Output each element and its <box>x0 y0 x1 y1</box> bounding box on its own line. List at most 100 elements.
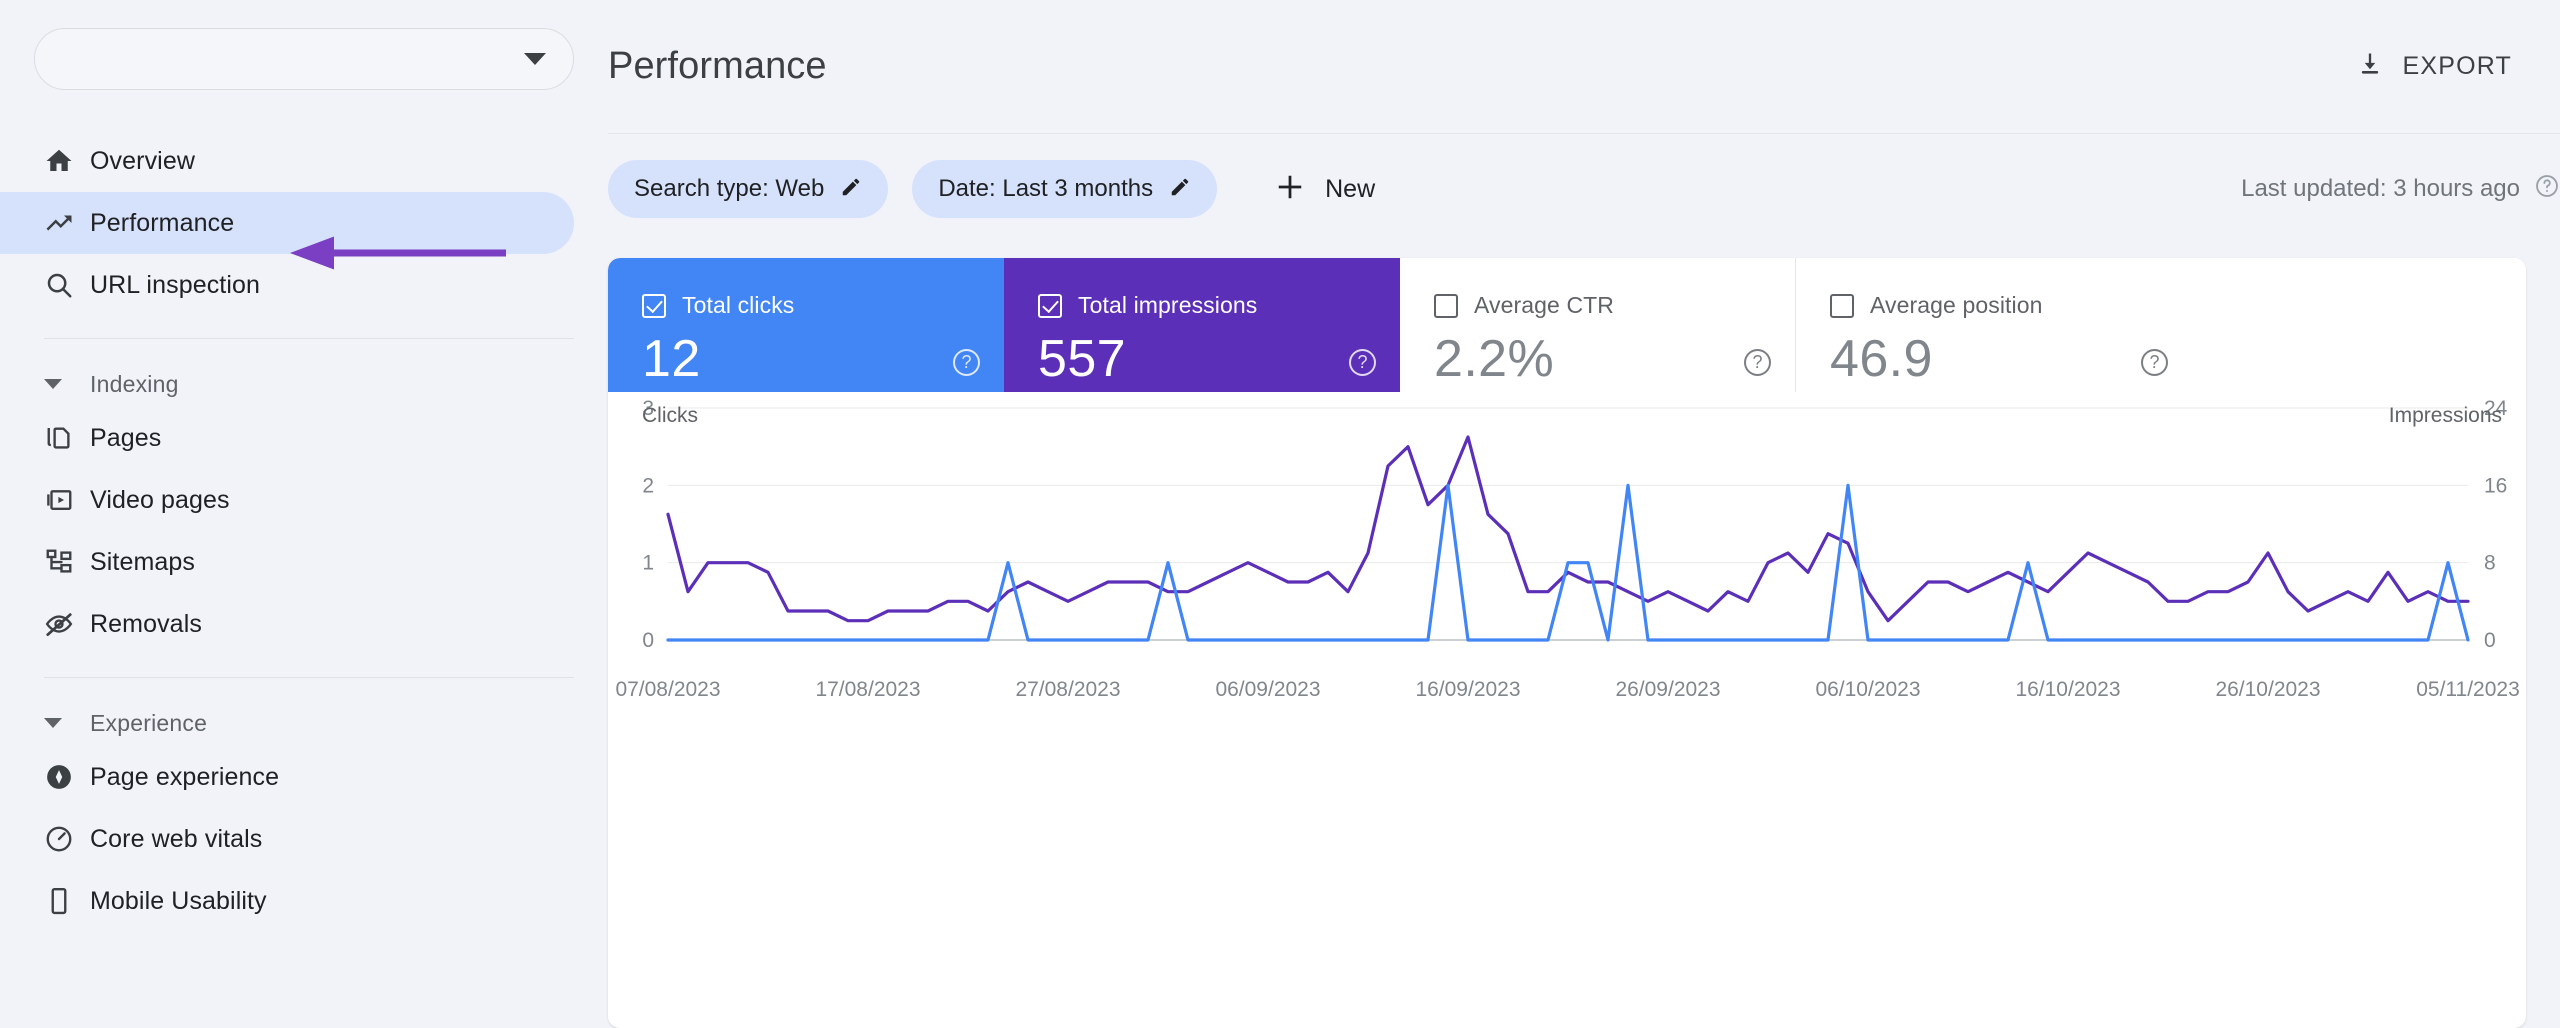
sitemap-icon <box>44 547 90 577</box>
sidebar-item-page-experience[interactable]: Page experience <box>0 746 574 808</box>
svg-text:2: 2 <box>642 474 654 497</box>
search-icon <box>44 270 90 300</box>
sidebar-item-removals[interactable]: Removals <box>0 593 574 655</box>
help-circle-icon[interactable]: ? <box>953 349 980 376</box>
sidebar-item-label: Performance <box>90 208 235 237</box>
chart-x-tick-label: 26/10/2023 <box>2215 678 2321 701</box>
plus-icon <box>1275 172 1305 207</box>
chevron-down-icon[interactable] <box>497 53 573 65</box>
help-circle-icon[interactable]: ? <box>1349 349 1376 376</box>
chart-x-tick-label: 16/09/2023 <box>1415 678 1521 701</box>
sidebar-item-overview[interactable]: Overview <box>0 130 574 192</box>
pencil-icon[interactable] <box>840 176 862 203</box>
svg-text:8: 8 <box>2484 552 2496 575</box>
sidebar-item-label: Pages <box>90 423 162 452</box>
sidebar-item-pages[interactable]: Pages <box>0 407 574 469</box>
app-root: Overview Performance URL inspection Inde… <box>0 0 2560 1028</box>
metric-value: 2.2% <box>1434 330 1555 388</box>
page-title: Performance <box>608 45 827 87</box>
pages-copy-icon <box>44 423 90 453</box>
metric-head: Average CTR <box>1434 292 1795 319</box>
metric-cards: Total clicks 12 ? Total impressions 557 … <box>608 258 2526 392</box>
metric-label: Average CTR <box>1474 292 1615 318</box>
metric-label: Total impressions <box>1078 292 1258 318</box>
chart-x-tick-label: 26/09/2023 <box>1615 678 1721 701</box>
help-circle-icon[interactable]: ? <box>1744 349 1771 376</box>
speedometer-icon <box>44 824 90 854</box>
sidebar-group-indexing[interactable]: Indexing <box>0 361 608 407</box>
metric-head: Total impressions <box>1038 292 1400 319</box>
chart-x-tick-label: 05/11/2023 <box>2416 678 2520 701</box>
sidebar-group-label: Indexing <box>90 370 179 397</box>
new-filter-label: New <box>1325 174 1376 203</box>
home-icon <box>44 146 90 176</box>
metric-value: 557 <box>1038 330 1126 388</box>
sidebar-group-label: Experience <box>90 709 208 736</box>
svg-text:1: 1 <box>642 552 654 575</box>
top-bar: Performance EXPORT <box>608 0 2560 134</box>
help-circle-icon[interactable] <box>2534 173 2560 206</box>
help-circle-icon[interactable]: ? <box>2141 349 2168 376</box>
chart-area: Clicks Impressions 0 1 2 3 0 8 16 24 07/08/2023… <box>608 392 2526 701</box>
chart-x-tick-label: 06/10/2023 <box>1815 678 1921 701</box>
filter-chip-date[interactable]: Date: Last 3 months <box>912 160 1218 218</box>
metric-label: Average position <box>1870 292 2043 318</box>
metric-value: 46.9 <box>1830 330 1933 388</box>
chevron-down-icon <box>44 379 90 389</box>
mobile-icon <box>44 886 90 916</box>
sidebar-item-performance[interactable]: Performance <box>0 192 574 254</box>
metric-checkbox[interactable] <box>1038 293 1062 318</box>
main-content: Performance EXPORT Search type: Web Date… <box>608 0 2560 1028</box>
property-selector[interactable] <box>34 28 574 90</box>
sidebar-item-sitemaps[interactable]: Sitemaps <box>0 531 574 593</box>
page-experience-icon <box>44 762 90 792</box>
chart-x-tick-label: 17/08/2023 <box>815 678 921 701</box>
metric-head: Average position <box>1830 292 2192 319</box>
metric-card-average-ctr[interactable]: Average CTR 2.2% ? <box>1400 258 1796 392</box>
svg-text:0: 0 <box>642 629 654 652</box>
metric-label: Total clicks <box>682 292 795 318</box>
sidebar-group-experience[interactable]: Experience <box>0 700 608 746</box>
filter-chip-search-type[interactable]: Search type: Web <box>608 160 889 218</box>
sidebar-item-mobile-usability[interactable]: Mobile Usability <box>0 870 574 932</box>
filter-bar: Search type: Web Date: Last 3 months New <box>608 134 2560 244</box>
svg-text:0: 0 <box>2484 629 2496 652</box>
video-icon <box>44 485 90 515</box>
metric-card-total-clicks[interactable]: Total clicks 12 ? <box>608 258 1004 392</box>
chevron-down-icon <box>44 718 90 728</box>
chart-x-tick-label: 06/09/2023 <box>1215 678 1321 701</box>
sidebar-divider-1 <box>44 338 574 339</box>
metric-card-total-impressions[interactable]: Total impressions 557 ? <box>1004 258 1400 392</box>
last-updated: Last updated: 3 hours ago <box>2241 173 2560 206</box>
metric-checkbox[interactable] <box>642 293 666 318</box>
svg-text:16: 16 <box>2484 474 2507 497</box>
sidebar-item-label: Video pages <box>90 485 230 514</box>
eye-off-icon <box>44 609 90 639</box>
sidebar-item-label: Core web vitals <box>90 824 263 853</box>
trending-up-icon <box>44 208 90 238</box>
sidebar-item-label: Overview <box>90 146 195 175</box>
sidebar-divider-2 <box>44 677 574 678</box>
sidebar-item-label: Page experience <box>90 762 280 791</box>
chart-x-tick-label: 16/10/2023 <box>2015 678 2121 701</box>
chart-right-axis-name: Impressions <box>2388 404 2502 427</box>
chart-x-tick-label: 07/08/2023 <box>615 678 721 701</box>
performance-chart-card: Total clicks 12 ? Total impressions 557 … <box>608 258 2526 1028</box>
sidebar-item-label: URL inspection <box>90 270 261 299</box>
filter-chip-label: Search type: Web <box>634 175 825 202</box>
pencil-icon[interactable] <box>1169 176 1191 203</box>
chart-left-axis-name: Clicks <box>642 404 698 427</box>
new-filter-button[interactable]: New <box>1253 160 1397 218</box>
metric-card-average-position[interactable]: Average position 46.9 ? <box>1796 258 2192 392</box>
sidebar-nav: Overview Performance URL inspection Inde… <box>0 130 608 932</box>
sidebar-item-label: Sitemaps <box>90 547 196 576</box>
export-button[interactable]: EXPORT <box>2342 40 2526 93</box>
sidebar-item-core-web-vitals[interactable]: Core web vitals <box>0 808 574 870</box>
sidebar-item-url-inspection[interactable]: URL inspection <box>0 254 574 316</box>
sidebar-item-video-pages[interactable]: Video pages <box>0 469 574 531</box>
sidebar: Overview Performance URL inspection Inde… <box>0 0 608 1028</box>
metric-checkbox[interactable] <box>1434 293 1458 318</box>
metric-checkbox[interactable] <box>1830 293 1854 318</box>
chart-x-tick-label: 27/08/2023 <box>1015 678 1121 701</box>
export-label: EXPORT <box>2402 52 2512 80</box>
